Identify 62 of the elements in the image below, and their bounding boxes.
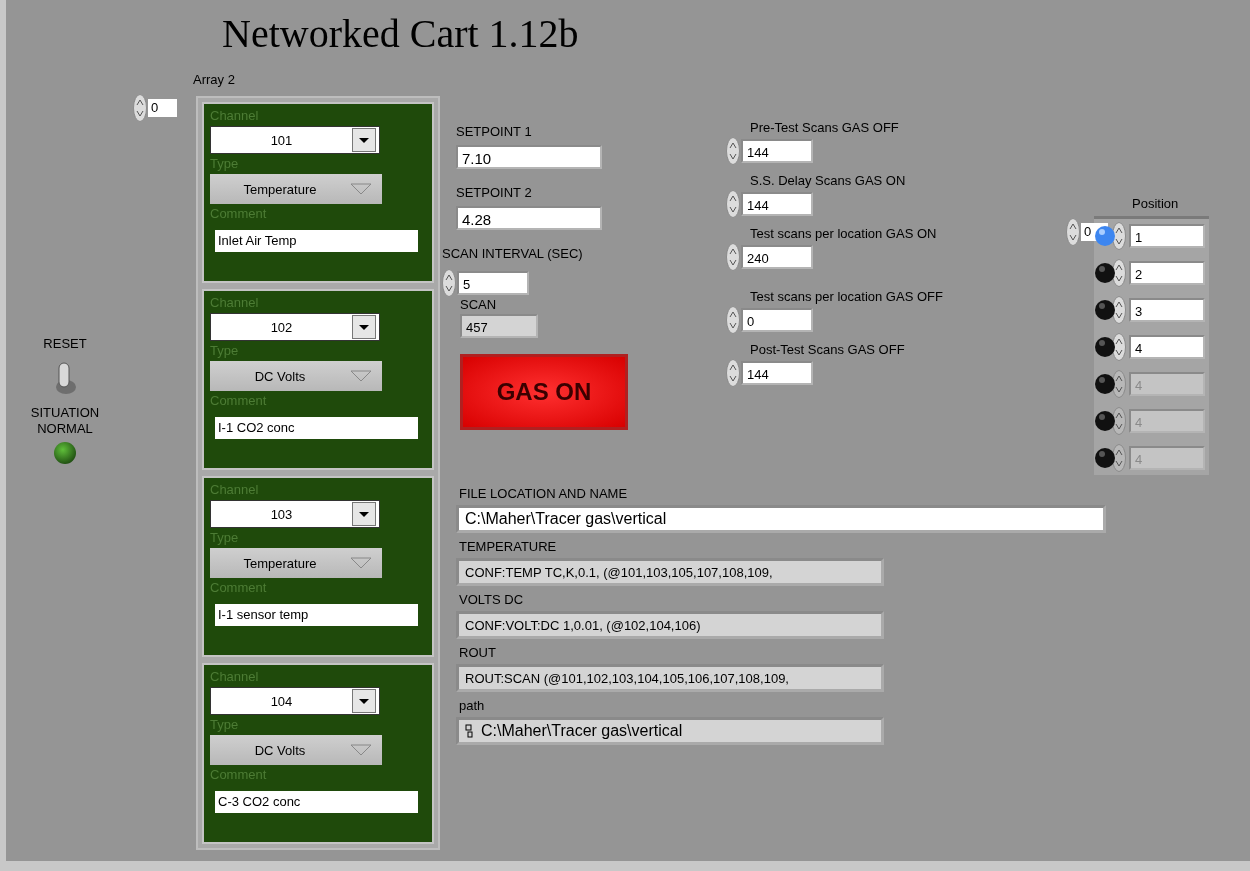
scan-interval-field[interactable]: 5 <box>457 271 529 295</box>
channel-dropdown[interactable]: 104 <box>210 687 380 715</box>
scan-count-field[interactable]: 240 <box>741 245 813 269</box>
setpoint-field[interactable]: 4.28 <box>456 206 602 230</box>
comment-field[interactable]: I-1 CO2 conc <box>215 417 418 439</box>
type-dropdown[interactable]: DC Volts <box>210 735 382 765</box>
increment-decrement-control[interactable] <box>1112 296 1126 324</box>
type-dropdown[interactable]: Temperature <box>210 548 382 578</box>
scan-count-field: 457 <box>460 314 538 338</box>
scan-count-label: Pre-Test Scans GAS OFF <box>750 120 900 135</box>
scan-count-label: S.S. Delay Scans GAS ON <box>750 173 907 188</box>
comment-field[interactable]: I-1 sensor temp <box>215 604 418 626</box>
scan-count-field[interactable]: 144 <box>741 192 813 216</box>
comment-field[interactable]: Inlet Air Temp <box>215 230 418 252</box>
path-icon <box>465 724 473 738</box>
scan-count-label: Test scans per location GAS OFF <box>750 289 943 304</box>
dropdown-arrow-icon <box>350 183 372 195</box>
position-field[interactable]: 1 <box>1129 224 1205 248</box>
path-field[interactable]: C:\Maher\Tracer gas\vertical <box>456 717 884 745</box>
scan-count-field[interactable]: 144 <box>741 139 813 163</box>
string-field: ROUT:SCAN (@101,102,103,104,105,106,107,108,109, <box>456 664 884 692</box>
reset-label: RESET <box>43 336 87 351</box>
setpoint-field[interactable]: 7.10 <box>456 145 602 169</box>
scan-count-field[interactable]: 0 <box>741 308 813 332</box>
type-dropdown[interactable]: DC Volts <box>210 361 382 391</box>
dropdown-arrow-icon <box>350 370 372 382</box>
scan-count-label: Test scans per location GAS ON <box>750 226 938 241</box>
string-field: CONF:TEMP TC,K,0.1, (@101,103,105,107,108,109, <box>456 558 884 586</box>
channel-dropdown[interactable]: 102 <box>210 313 380 341</box>
setpoint-label: SETPOINT 1 <box>456 124 533 139</box>
scan-count-field[interactable]: 144 <box>741 361 813 385</box>
scan-label: SCAN <box>460 297 498 312</box>
scan-count-label: Post-Test Scans GAS OFF <box>750 342 906 357</box>
position-field[interactable]: 2 <box>1129 261 1205 285</box>
string-field[interactable]: C:\Maher\Tracer gas\vertical <box>456 505 1106 533</box>
gas-button[interactable]: GAS ON <box>460 354 628 430</box>
increment-decrement-control[interactable] <box>1112 370 1126 398</box>
panel-title: Networked Cart 1.12b <box>222 10 579 57</box>
status-label: SITUATION NORMAL <box>29 405 101 437</box>
string-label: FILE LOCATION AND NAME <box>459 486 629 501</box>
string-label: ROUT <box>459 645 497 660</box>
array-label: Array 2 <box>193 72 235 87</box>
array-index-field[interactable]: 0 <box>148 99 177 117</box>
string-label: TEMPERATURE <box>459 539 558 554</box>
position-label: Position <box>1132 196 1180 211</box>
increment-decrement-control[interactable] <box>1112 259 1126 287</box>
position-field[interactable]: 3 <box>1129 298 1205 322</box>
string-field: CONF:VOLT:DC 1,0.01, (@102,104,106) <box>456 611 884 639</box>
channel-dropdown[interactable]: 103 <box>210 500 380 528</box>
dropdown-arrow-icon <box>350 744 372 756</box>
comment-field[interactable]: C-3 CO2 conc <box>215 791 418 813</box>
setpoint-label: SETPOINT 2 <box>456 185 533 200</box>
string-label: VOLTS DC <box>459 592 525 607</box>
channel-dropdown[interactable]: 101 <box>210 126 380 154</box>
increment-decrement-control[interactable] <box>1112 333 1126 361</box>
scan-interval-label: SCAN INTERVAL (SEC) <box>442 246 584 261</box>
increment-decrement-control[interactable] <box>1112 444 1126 472</box>
string-label: path <box>459 698 486 713</box>
position-field[interactable]: 4 <box>1129 335 1205 359</box>
type-dropdown[interactable]: Temperature <box>210 174 382 204</box>
increment-decrement-control[interactable] <box>1112 407 1126 435</box>
dropdown-arrow-icon <box>350 557 372 569</box>
